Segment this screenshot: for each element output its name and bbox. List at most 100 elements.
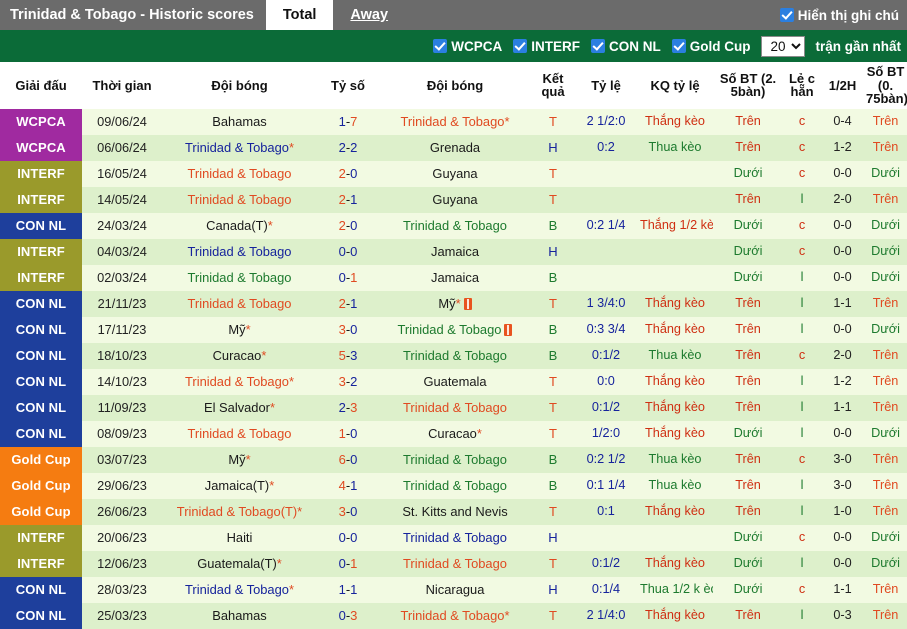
row-home-team[interactable]: Trinidad & Tobago* <box>162 576 317 603</box>
row-home-team[interactable]: Trinidad & Tobago <box>162 264 317 291</box>
row-home-team[interactable]: Jamaica(T)* <box>162 472 317 499</box>
table-row[interactable]: INTERF 04/03/24 Trinidad & Tobago 0-0 Jamaic… <box>0 238 907 265</box>
col-home-team[interactable]: Đội bóng <box>162 62 317 109</box>
row-home-team[interactable]: Trinidad & Tobago <box>162 290 317 317</box>
row-away-team[interactable]: Grenada <box>379 134 531 161</box>
row-away-team[interactable]: Trinidad & Tobago <box>379 394 531 421</box>
row-league-badge[interactable]: WCPCA <box>0 134 82 161</box>
table-row[interactable]: CON NL 25/03/23 Bahamas 0-3 Trinidad & Tobag… <box>0 602 907 629</box>
row-away-team[interactable]: Trinidad & Tobago <box>379 342 531 369</box>
row-away-team[interactable]: Guatemala <box>379 368 531 395</box>
row-home-team[interactable]: Bahamas <box>162 108 317 135</box>
row-score[interactable]: 2-0 <box>317 212 379 239</box>
table-row[interactable]: CON NL 08/09/23 Trinidad & Tobago 1-0 Curaca… <box>0 420 907 447</box>
row-league-badge[interactable]: WCPCA <box>0 108 82 135</box>
row-away-team[interactable]: Trinidad & Tobago <box>379 316 531 343</box>
col-away-team[interactable]: Đội bóng <box>379 62 531 109</box>
row-away-team[interactable]: Curacao* <box>379 420 531 447</box>
col-handicap-result[interactable]: KQ tỷ lệ <box>637 62 713 109</box>
table-row[interactable]: INTERF 02/03/24 Trinidad & Tobago 0-1 Jamaic… <box>0 264 907 291</box>
row-away-team[interactable]: Trinidad & Tobago <box>379 550 531 577</box>
tab-total[interactable]: Total <box>265 0 334 30</box>
col-league[interactable]: Giải đấu <box>0 62 82 109</box>
row-away-team[interactable]: Nicaragua <box>379 576 531 603</box>
filter-wcpca-checkbox[interactable] <box>433 39 448 53</box>
row-league-badge[interactable]: INTERF <box>0 524 82 551</box>
row-score[interactable]: 2-2 <box>317 134 379 161</box>
row-away-team[interactable]: Guyana <box>379 186 531 213</box>
filter-interf[interactable]: INTERF <box>513 39 580 54</box>
row-score[interactable]: 2-3 <box>317 394 379 421</box>
row-away-team[interactable]: Trinidad & Tobago* <box>379 602 531 629</box>
row-away-team[interactable]: Trinidad & Tobago <box>379 212 531 239</box>
filter-con-nl-checkbox[interactable] <box>590 39 605 53</box>
row-away-team[interactable]: Trinidad & Tobago* <box>379 108 531 135</box>
row-away-team[interactable]: Trinidad & Tobago <box>379 524 531 551</box>
row-league-badge[interactable]: INTERF <box>0 238 82 265</box>
col-handicap[interactable]: Tỷ lệ <box>575 62 637 109</box>
table-row[interactable]: INTERF 20/06/23 Haiti 0-0 Trinidad & Tobago H… <box>0 524 907 551</box>
row-score[interactable]: 5-3 <box>317 342 379 369</box>
row-score[interactable]: 4-1 <box>317 472 379 499</box>
table-row[interactable]: CON NL 18/10/23 Curacao* 5-3 Trinidad & Toba… <box>0 342 907 369</box>
table-row[interactable]: CON NL 24/03/24 Canada(T)* 2-0 Trinidad & To… <box>0 212 907 239</box>
row-score[interactable]: 0-1 <box>317 550 379 577</box>
table-row[interactable]: Gold Cup 26/06/23 Trinidad & Tobago(T)* 3-0… <box>0 498 907 525</box>
filter-con-nl[interactable]: CON NL <box>590 39 661 54</box>
row-home-team[interactable]: Curacao* <box>162 342 317 369</box>
row-home-team[interactable]: Bahamas <box>162 602 317 629</box>
row-away-team[interactable]: Trinidad & Tobago <box>379 446 531 473</box>
row-home-team[interactable]: Canada(T)* <box>162 212 317 239</box>
row-home-team[interactable]: Trinidad & Tobago <box>162 420 317 447</box>
show-notes-checkbox[interactable] <box>779 8 794 22</box>
filter-wcpca[interactable]: WCPCA <box>433 39 502 54</box>
row-home-team[interactable]: Trinidad & Tobago* <box>162 134 317 161</box>
row-home-team[interactable]: Trinidad & Tobago <box>162 186 317 213</box>
row-league-badge[interactable]: CON NL <box>0 342 82 369</box>
row-league-badge[interactable]: INTERF <box>0 160 82 187</box>
row-league-badge[interactable]: CON NL <box>0 290 82 317</box>
row-home-team[interactable]: Trinidad & Tobago(T)* <box>162 498 317 525</box>
filter-interf-checkbox[interactable] <box>513 39 528 53</box>
row-home-team[interactable]: Trinidad & Tobago <box>162 238 317 265</box>
row-league-badge[interactable]: CON NL <box>0 316 82 343</box>
row-score[interactable]: 0-0 <box>317 238 379 265</box>
row-score[interactable]: 1-1 <box>317 576 379 603</box>
row-score[interactable]: 3-0 <box>317 316 379 343</box>
row-league-badge[interactable]: INTERF <box>0 186 82 213</box>
row-score[interactable]: 1-7 <box>317 108 379 135</box>
row-home-team[interactable]: Mỹ* <box>162 446 317 473</box>
row-home-team[interactable]: Guatemala(T)* <box>162 550 317 577</box>
row-league-badge[interactable]: CON NL <box>0 576 82 603</box>
table-row[interactable]: Gold Cup 03/07/23 Mỹ* 6-0 Trinidad & Tobago B… <box>0 446 907 473</box>
table-row[interactable]: INTERF 14/05/24 Trinidad & Tobago 2-1 Guyana… <box>0 186 907 213</box>
row-league-badge[interactable]: CON NL <box>0 368 82 395</box>
col-ou-25[interactable]: Số BT (2. 5bàn) <box>713 62 783 109</box>
row-score[interactable]: 1-0 <box>317 420 379 447</box>
table-row[interactable]: CON NL 14/10/23 Trinidad & Tobago* 3-2 Guate… <box>0 368 907 395</box>
row-score[interactable]: 2-1 <box>317 186 379 213</box>
tab-away[interactable]: Away <box>333 0 405 30</box>
row-league-badge[interactable]: INTERF <box>0 264 82 291</box>
table-row[interactable]: CON NL 28/03/23 Trinidad & Tobago* 1-1 Nicar… <box>0 576 907 603</box>
row-away-team[interactable]: Guyana <box>379 160 531 187</box>
row-league-badge[interactable]: CON NL <box>0 602 82 629</box>
row-score[interactable]: 3-2 <box>317 368 379 395</box>
row-away-team[interactable]: Mỹ* <box>379 290 531 317</box>
table-row[interactable]: INTERF 16/05/24 Trinidad & Tobago 2-0 Guyana… <box>0 160 907 187</box>
row-league-badge[interactable]: INTERF <box>0 550 82 577</box>
row-league-badge[interactable]: CON NL <box>0 394 82 421</box>
row-league-badge[interactable]: Gold Cup <box>0 446 82 473</box>
col-result[interactable]: Kết quả <box>531 62 575 109</box>
row-home-team[interactable]: Mỹ* <box>162 316 317 343</box>
row-score[interactable]: 0-3 <box>317 602 379 629</box>
table-row[interactable]: CON NL 11/09/23 El Salvador* 2-3 Trinidad & … <box>0 394 907 421</box>
filter-gold-cup[interactable]: Gold Cup <box>671 39 750 54</box>
row-score[interactable]: 6-0 <box>317 446 379 473</box>
row-home-team[interactable]: El Salvador* <box>162 394 317 421</box>
row-home-team[interactable]: Trinidad & Tobago* <box>162 368 317 395</box>
table-row[interactable]: WCPCA 06/06/24 Trinidad & Tobago* 2-2 Grenad… <box>0 134 907 161</box>
row-score[interactable]: 0-0 <box>317 524 379 551</box>
row-league-badge[interactable]: CON NL <box>0 420 82 447</box>
show-notes-group[interactable]: Hiển thị ghi chú <box>779 0 907 30</box>
